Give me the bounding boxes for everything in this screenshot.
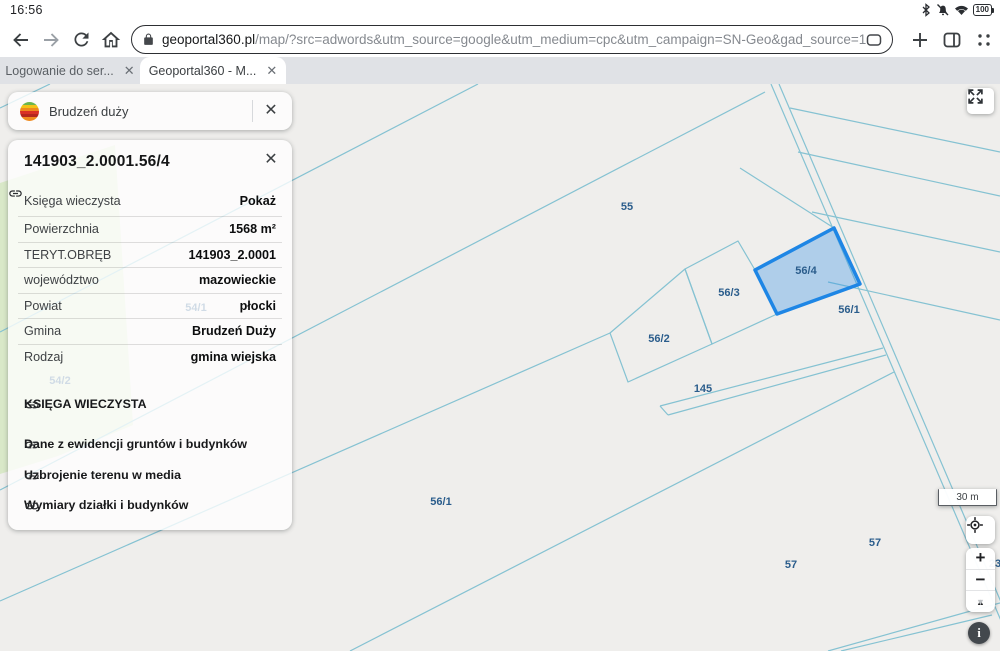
parcel-boundary-line	[789, 107, 1000, 153]
panel-link[interactable]: KSIĘGA WIECZYSTA	[24, 397, 147, 411]
divider	[252, 100, 253, 122]
tab-label: Geoportal360 - M...	[148, 63, 257, 78]
detail-row: TERYT.OBRĘB 141903_2.0001	[18, 243, 282, 268]
fullscreen-icon	[968, 89, 983, 104]
detail-value: mazowieckie	[198, 273, 276, 288]
geoportal-logo-icon	[20, 102, 39, 121]
panel-link-label: Wymiary działki i budynków	[24, 498, 189, 512]
screen: 16:56 100 geoportal360.pl/map/?src=adwor…	[0, 0, 1000, 651]
close-panel-button[interactable]: ✕	[259, 148, 283, 172]
search-query[interactable]: Brudzeń duży	[49, 104, 129, 119]
detail-label: TERYT.OBRĘB	[24, 247, 112, 262]
tab-strip: Logowanie do ser... ✕ Geoportal360 - M... ✕	[0, 57, 1000, 84]
parcel-number-label: 56/3	[718, 287, 739, 299]
tab-1[interactable]: Logowanie do ser... ✕	[0, 57, 140, 84]
link-icon	[25, 441, 39, 449]
tab-switcher-button[interactable]	[937, 25, 967, 55]
parcel-details: Księga wieczysta Pokaż Powierzchnia 1568 m²…	[8, 186, 292, 370]
detail-row: Gmina Brudzeń Duży	[18, 319, 282, 345]
parcel-boundary-line	[827, 606, 986, 651]
browser-toolbar: geoportal360.pl/map/?src=adwords&utm_sou…	[0, 22, 1000, 57]
parcel-boundary-line	[349, 371, 895, 651]
detail-label: województwo	[24, 273, 99, 288]
detail-value: Brudzeń Duży	[192, 324, 276, 339]
parcel-outline[interactable]	[609, 268, 713, 383]
panel-link-label: Dane z ewidencji gruntów i budynków	[24, 437, 248, 451]
detail-row: województwo mazowieckie	[18, 268, 282, 294]
show-kw-link[interactable]: Pokaż	[9, 190, 276, 208]
notifications-off-icon	[936, 4, 949, 16]
panel-link[interactable]: Uzbrojenie terenu w media	[24, 468, 181, 482]
detail-label: Księga wieczysta	[24, 194, 121, 208]
forward-button[interactable]	[36, 25, 66, 55]
detail-label: Powiat	[24, 298, 62, 313]
detail-value: gmina wiejska	[190, 350, 276, 365]
detail-value: płocki	[239, 298, 276, 313]
parcel-number-label: 56/1	[838, 304, 859, 316]
status-icons: 100	[920, 3, 994, 17]
back-button[interactable]	[6, 25, 36, 55]
clear-search-button[interactable]: ✕	[259, 99, 283, 123]
lock-icon	[144, 33, 153, 45]
detail-row: Księga wieczysta Pokaż	[9, 186, 282, 217]
url-text: geoportal360.pl/map/?src=adwords&utm_sou…	[162, 32, 866, 47]
zoom-slider-button[interactable]: ▲ ▼	[966, 590, 995, 612]
panel-link-label: KSIĘGA WIECZYSTA	[24, 397, 147, 411]
new-tab-button[interactable]	[905, 25, 935, 55]
link-icon	[25, 472, 39, 480]
parcel-number-label: 56/2	[648, 333, 669, 345]
link-icon	[25, 502, 39, 510]
parcel-boundary-line	[797, 151, 1000, 197]
wifi-icon	[954, 5, 968, 16]
battery-percent: 100	[972, 4, 992, 16]
parcel-number-label: 56/1	[430, 496, 451, 508]
zoom-out-button[interactable]: −	[966, 568, 995, 591]
parcel-number-label: 57	[869, 537, 881, 549]
fullscreen-button[interactable]	[967, 88, 994, 114]
parcel-number-label: 56/4	[795, 265, 817, 277]
clock: 16:56	[10, 3, 43, 17]
home-button[interactable]	[96, 25, 126, 55]
link-icon	[25, 401, 39, 409]
battery-icon: 100	[972, 4, 994, 16]
detail-row: Powiat płocki	[18, 294, 282, 319]
detail-label: Powierzchnia	[24, 222, 99, 237]
parcel-boundary-line	[659, 347, 884, 407]
url-action-icon[interactable]	[866, 33, 882, 47]
my-location-button[interactable]	[966, 516, 995, 544]
zoom-controls: + − ▲ ▼	[966, 548, 995, 612]
parcel-info-panel: 141903_2.0001.56/4 ✕ Księga wieczysta Pok…	[8, 140, 292, 530]
search-bar[interactable]: Brudzeń duży ✕	[8, 92, 292, 130]
link-icon	[9, 190, 22, 197]
status-bar: 16:56 100	[0, 0, 1000, 22]
detail-value: 141903_2.0001	[188, 247, 276, 262]
parcel-number-label: 55	[621, 201, 633, 213]
bluetooth-icon	[922, 3, 930, 17]
map-canvas[interactable]: 5556/456/356/156/214554/154/256/1575723 …	[0, 84, 1000, 651]
menu-button[interactable]	[969, 25, 999, 55]
panel-link-label: Uzbrojenie terenu w media	[24, 468, 181, 482]
detail-row: Powierzchnia 1568 m²	[18, 217, 282, 243]
info-button[interactable]: i	[968, 622, 990, 644]
parcel-number-label: 145	[694, 383, 712, 395]
url-bar[interactable]: geoportal360.pl/map/?src=adwords&utm_sou…	[131, 25, 893, 54]
detail-row: Rodzaj gmina wiejska	[18, 345, 282, 371]
tab-2[interactable]: Geoportal360 - M... ✕	[140, 57, 286, 84]
scale-label: 30 m	[956, 491, 979, 503]
detail-label: Gmina	[24, 324, 62, 339]
tab-close-button[interactable]: ✕	[266, 64, 277, 77]
map-scale-bar: 30 m	[938, 489, 997, 506]
parcel-number-label: 57	[785, 559, 797, 571]
zoom-in-button[interactable]: +	[966, 548, 995, 569]
panel-link[interactable]: Dane z ewidencji gruntów i budynków	[24, 437, 247, 451]
detail-value: 1568 m²	[229, 222, 276, 237]
detail-label: Rodzaj	[24, 350, 64, 365]
parcel-id-title: 141903_2.0001.56/4	[24, 153, 170, 170]
refresh-button[interactable]	[66, 25, 96, 55]
location-target-icon	[967, 517, 983, 533]
tab-label: Logowanie do ser...	[5, 63, 114, 78]
panel-link[interactable]: Wymiary działki i budynków	[24, 498, 188, 512]
parcel-boundary-line	[659, 405, 669, 416]
tab-close-button[interactable]: ✕	[124, 64, 135, 77]
